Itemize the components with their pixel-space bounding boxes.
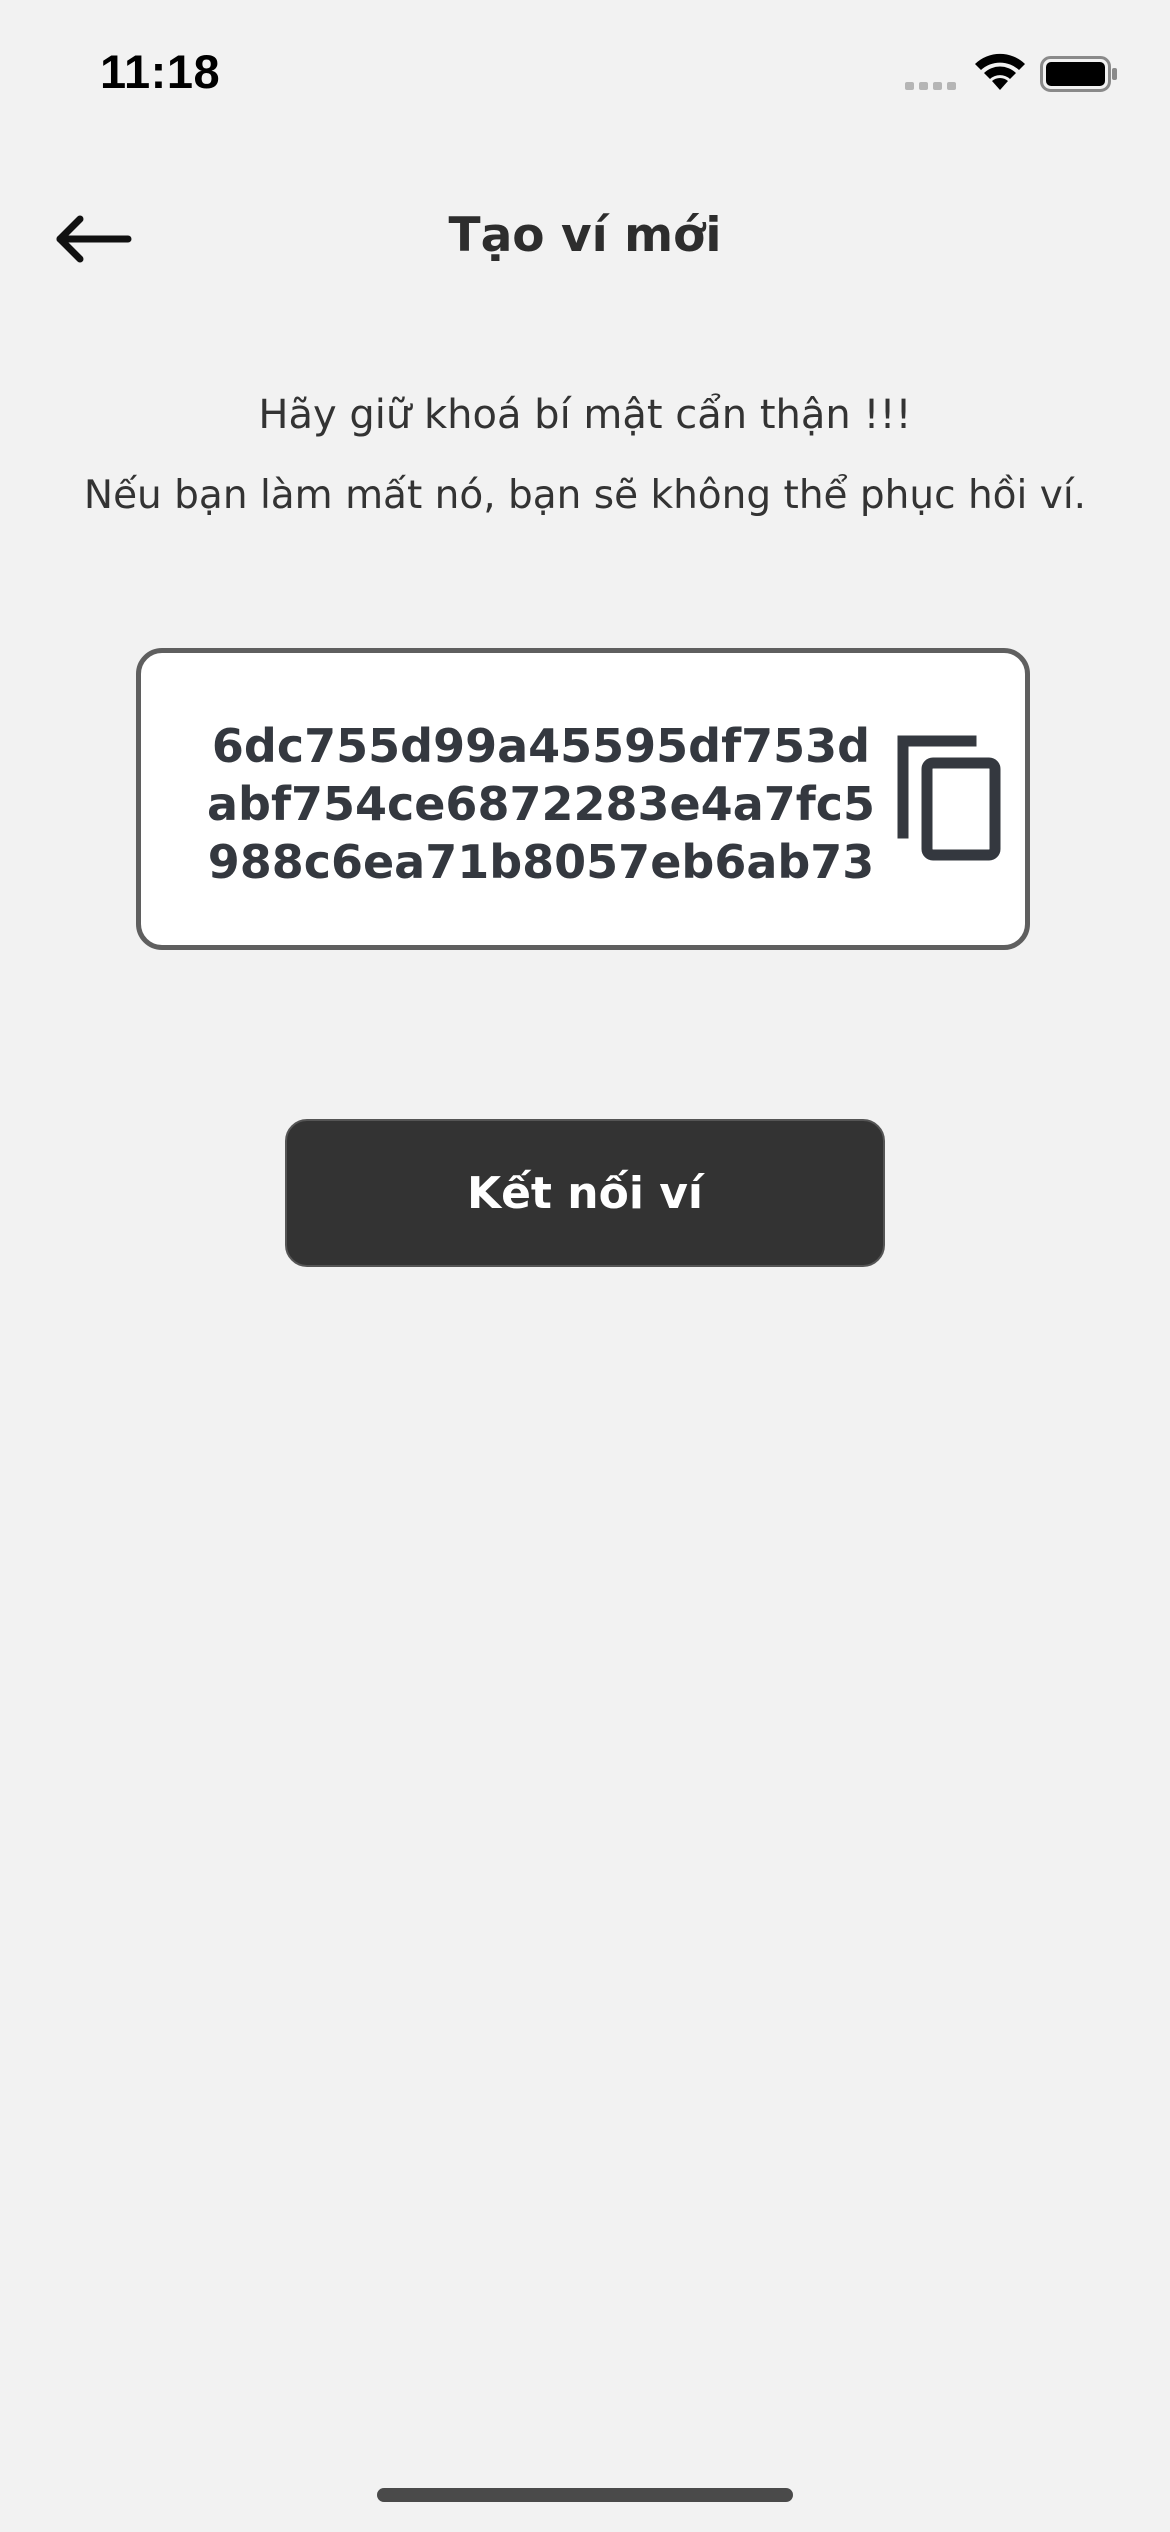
home-indicator <box>377 2488 793 2502</box>
battery-icon <box>1040 56 1117 92</box>
warning-text-line-1: Hãy giữ khoá bí mật cẩn thận !!! <box>258 392 912 438</box>
warning-text-line-2: Nếu bạn làm mất nó, bạn sẽ không thể phụ… <box>83 473 1087 518</box>
copy-button[interactable] <box>891 733 1011 873</box>
page-title: Tạo ví mới <box>448 208 722 263</box>
status-time: 11:18 <box>100 45 221 98</box>
private-key-box: 6dc755d99a45595df753dabf754ce6872283e4a7… <box>136 648 1030 950</box>
status-bar: 11:18 <box>0 0 1170 150</box>
header: Tạo ví mới <box>0 180 1170 300</box>
copy-icon <box>897 735 1001 861</box>
wifi-icon <box>975 53 1025 90</box>
private-key-text: 6dc755d99a45595df753dabf754ce6872283e4a7… <box>206 719 876 889</box>
signal-icon <box>905 82 956 90</box>
connect-wallet-button[interactable]: Kết nối ví <box>285 1119 885 1267</box>
